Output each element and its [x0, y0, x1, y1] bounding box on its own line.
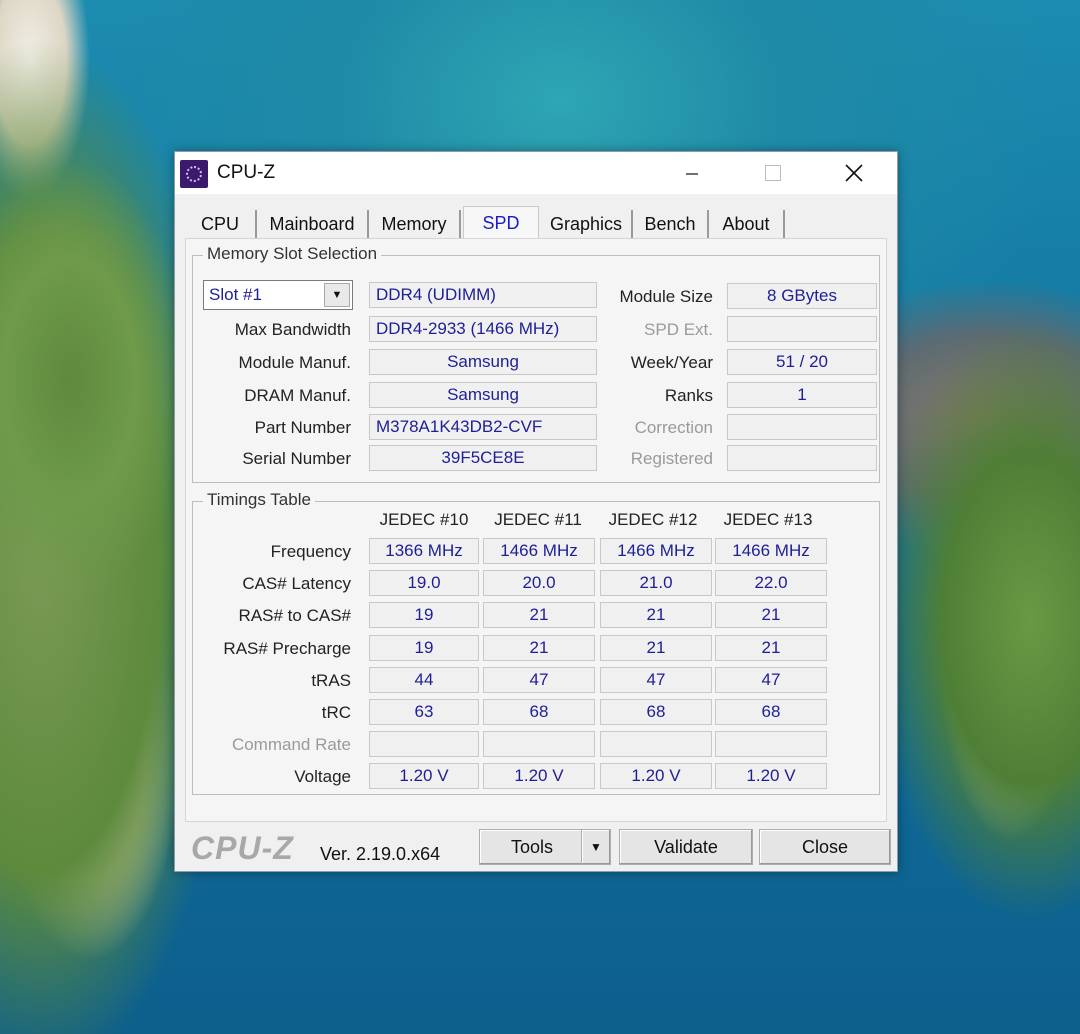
frequency-value: 1466 MHz [483, 538, 595, 564]
memory-type-value: DDR4 (UDIMM) [369, 282, 597, 308]
voltage-value: 1.20 V [483, 763, 595, 789]
tab-bench[interactable]: Bench [633, 210, 709, 238]
slot-select-value: Slot #1 [209, 285, 262, 304]
slot-select[interactable]: Slot #1 ▼ [203, 280, 353, 310]
max-bandwidth-value: DDR4-2933 (1466 MHz) [369, 316, 597, 342]
tools-button[interactable]: Tools [479, 829, 585, 865]
spd-ext-value [727, 316, 877, 342]
module-manuf-label: Module Manuf. [238, 353, 351, 372]
correction-value [727, 414, 877, 440]
command-rate-value [715, 731, 827, 757]
tras-label: tRAS [311, 671, 351, 690]
timings-column-header: JEDEC #10 [379, 510, 469, 529]
week-year-value: 51 / 20 [727, 349, 877, 375]
spd-panel: Memory Slot Selection Slot #1 ▼ DDR4 (UD… [185, 238, 887, 822]
command-rate-value [369, 731, 479, 757]
ranks-value: 1 [727, 382, 877, 408]
registered-value [727, 445, 877, 471]
tab-spd[interactable]: SPD [463, 206, 539, 240]
serial-number-label: Serial Number [242, 449, 351, 468]
ras-to-cas-value: 21 [600, 602, 712, 628]
frequency-value: 1466 MHz [600, 538, 712, 564]
part-number-label: Part Number [254, 418, 351, 437]
memory-slot-title: Memory Slot Selection [203, 244, 382, 264]
close-button[interactable]: Close [759, 829, 891, 865]
tras-value: 47 [483, 667, 595, 693]
ras-precharge-label: RAS# Precharge [223, 639, 351, 658]
command-rate-value [600, 731, 712, 757]
tras-value: 44 [369, 667, 479, 693]
voltage-value: 1.20 V [369, 763, 479, 789]
tras-value: 47 [600, 667, 712, 693]
ras-precharge-value: 21 [600, 635, 712, 661]
close-icon [845, 164, 863, 182]
command-rate-value [483, 731, 595, 757]
cas-latency-label: CAS# Latency [242, 574, 351, 593]
week-year-label: Week/Year [630, 353, 713, 372]
version-text: Ver. 2.19.0.x64 [320, 844, 441, 864]
cpuz-logo: CPU-Z [191, 830, 294, 866]
minimize-button[interactable] [669, 156, 715, 190]
cas-latency-value: 22.0 [715, 570, 827, 596]
tab-mainboard[interactable]: Mainboard [257, 210, 369, 238]
ranks-label: Ranks [664, 386, 713, 405]
cpuz-app-icon [180, 160, 208, 188]
cas-latency-value: 20.0 [483, 570, 595, 596]
validate-button[interactable]: Validate [619, 829, 753, 865]
tab-cpu[interactable]: CPU [185, 210, 257, 238]
ras-precharge-value: 19 [369, 635, 479, 661]
tras-value: 47 [715, 667, 827, 693]
ras-precharge-value: 21 [483, 635, 595, 661]
cpuz-window: CPU-Z CPU Mainboard Memory SPD Graphics … [174, 151, 898, 872]
frequency-label: Frequency [270, 542, 351, 561]
title-bar[interactable]: CPU-Z [175, 152, 897, 194]
dram-manuf-label: DRAM Manuf. [244, 386, 351, 405]
timings-column-header: JEDEC #11 [494, 510, 582, 529]
voltage-value: 1.20 V [715, 763, 827, 789]
timings-column-header: JEDEC #13 [723, 510, 813, 529]
maximize-icon [765, 165, 781, 181]
dropdown-arrow-icon[interactable]: ▼ [324, 283, 350, 307]
registered-label: Registered [630, 449, 713, 468]
tools-dropdown-button[interactable]: ▼ [581, 829, 611, 865]
window-title: CPU-Z [217, 162, 276, 183]
ras-to-cas-value: 21 [715, 602, 827, 628]
voltage-label: Voltage [294, 767, 351, 786]
timings-table-title: Timings Table [203, 490, 315, 510]
correction-label: Correction [634, 418, 713, 437]
ras-to-cas-value: 19 [369, 602, 479, 628]
trc-label: tRC [321, 703, 351, 722]
ras-to-cas-value: 21 [483, 602, 595, 628]
serial-number-value: 39F5CE8E [369, 445, 597, 471]
module-size-label: Module Size [619, 287, 713, 306]
cas-latency-value: 19.0 [369, 570, 479, 596]
command-rate-label: Command Rate [231, 735, 351, 754]
timings-table-groupbox: Timings Table JEDEC #10 JEDEC #11 JEDEC … [192, 490, 880, 795]
module-size-value: 8 GBytes [727, 283, 877, 309]
dram-manuf-value: Samsung [369, 382, 597, 408]
ras-precharge-value: 21 [715, 635, 827, 661]
timings-column-header: JEDEC #12 [608, 510, 698, 529]
spd-ext-label: SPD Ext. [644, 320, 713, 339]
tab-about[interactable]: About [709, 210, 785, 238]
voltage-value: 1.20 V [600, 763, 712, 789]
part-number-value: M378A1K43DB2-CVF [369, 414, 597, 440]
memory-slot-groupbox: Memory Slot Selection Slot #1 ▼ DDR4 (UD… [192, 244, 880, 483]
trc-value: 68 [483, 699, 595, 725]
cas-latency-value: 21.0 [600, 570, 712, 596]
tab-graphics[interactable]: Graphics [541, 210, 633, 238]
dropdown-arrow-icon: ▼ [590, 840, 602, 854]
frequency-value: 1466 MHz [715, 538, 827, 564]
max-bandwidth-label: Max Bandwidth [234, 320, 351, 339]
minimize-icon [686, 173, 698, 175]
trc-value: 63 [369, 699, 479, 725]
maximize-button[interactable] [750, 156, 796, 190]
trc-value: 68 [600, 699, 712, 725]
tab-memory[interactable]: Memory [369, 210, 461, 238]
ras-to-cas-label: RAS# to CAS# [238, 606, 351, 625]
module-manuf-value: Samsung [369, 349, 597, 375]
frequency-value: 1366 MHz [369, 538, 479, 564]
close-window-button[interactable] [831, 156, 877, 190]
trc-value: 68 [715, 699, 827, 725]
